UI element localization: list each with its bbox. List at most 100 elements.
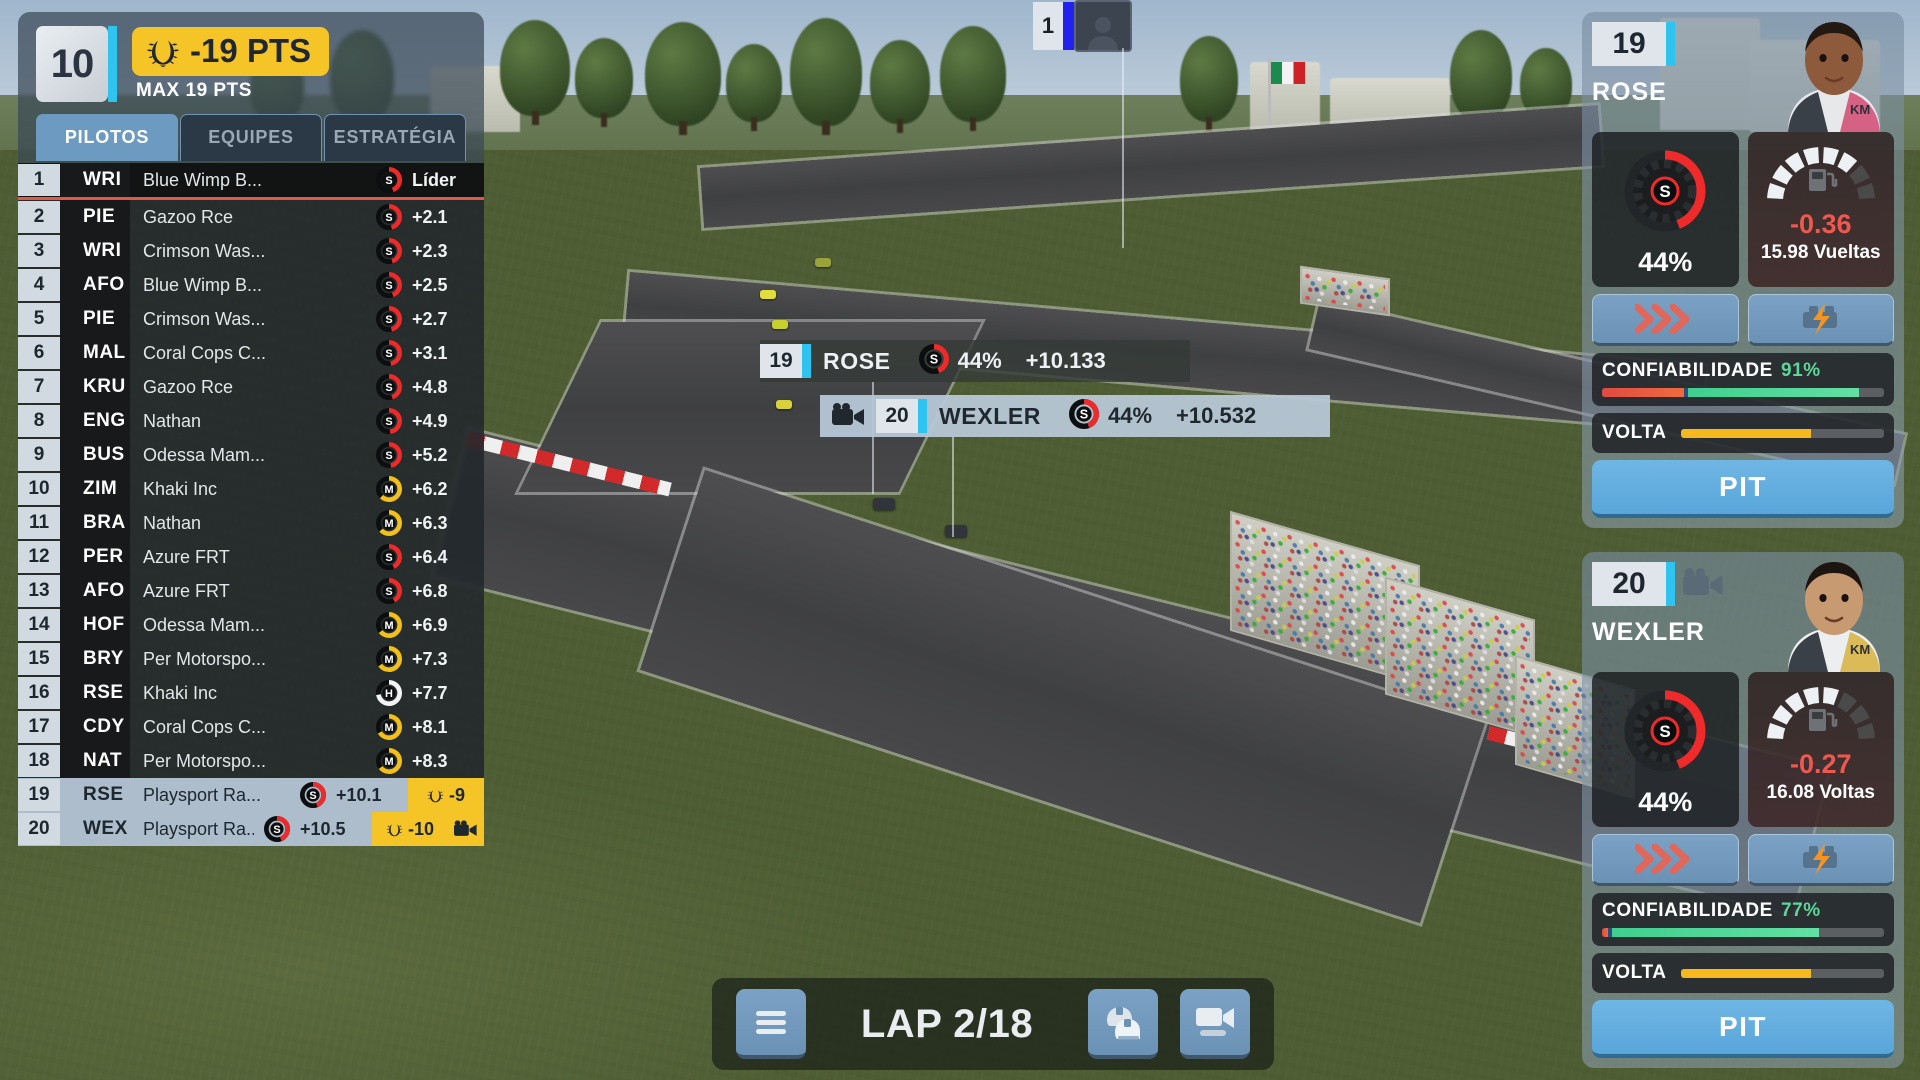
- tyre-wear-ring: S: [376, 408, 402, 434]
- row-tyre: M: [366, 744, 412, 778]
- engine-boost-button[interactable]: [1747, 834, 1894, 886]
- tree: [790, 18, 862, 135]
- table-row[interactable]: 2 PIE Gazoo Rce S +2.1: [18, 200, 484, 234]
- lap-progress-bar: [1680, 428, 1884, 438]
- tyre-wear-ring: M: [376, 476, 402, 502]
- row-gap: +10.1: [336, 784, 382, 805]
- camera-icon[interactable]: [1682, 568, 1726, 600]
- wexler-tyre-indicator: S: [1068, 398, 1100, 434]
- table-row[interactable]: 18 NAT Per Motorspo... M +8.3: [18, 744, 484, 778]
- wexler-team-color: [918, 399, 927, 433]
- svg-text:S: S: [1660, 182, 1671, 201]
- lap-bar: LAP 2/18: [712, 978, 1274, 1070]
- row-driver-abbr: AFO: [83, 274, 125, 295]
- row-driver-abbr: RSE: [83, 682, 124, 703]
- svg-text:M: M: [384, 654, 393, 666]
- row-team-name: Nathan: [143, 410, 202, 431]
- table-row[interactable]: 16 RSE Khaki Inc H +7.7: [18, 676, 484, 710]
- tyre-wear-gauge: S: [1624, 690, 1706, 772]
- points-header: 10 -19 PTS MAX 19 PTS: [18, 26, 484, 114]
- rose-team-color: [802, 344, 811, 378]
- rose-position: 19: [760, 344, 802, 378]
- row-gap: +2.1: [412, 206, 448, 227]
- camera-icon: [832, 403, 864, 425]
- table-row[interactable]: 1 WRI Blue Wimp B... S Líder: [18, 163, 484, 197]
- tyre-wear-ring: M: [376, 612, 402, 638]
- laurel-wreath-icon: [386, 823, 403, 836]
- menu-button[interactable]: [736, 989, 806, 1059]
- helmets-button[interactable]: [1088, 989, 1158, 1059]
- row-position: 4: [18, 269, 60, 301]
- row-gap: +2.3: [412, 240, 448, 261]
- table-row[interactable]: 5 PIE Crimson Was... S +2.7: [18, 302, 484, 336]
- table-row[interactable]: 10 ZIM Khaki Inc M +6.2: [18, 472, 484, 506]
- table-row[interactable]: 17 CDY Coral Cops C... M +8.1: [18, 710, 484, 744]
- leader-team-color: [1063, 2, 1074, 50]
- row-driver-abbr: WRI: [83, 240, 122, 261]
- row-gap: +6.9: [412, 614, 448, 635]
- row-team-name: Coral Cops C...: [143, 342, 267, 363]
- card-position: 20: [1592, 562, 1675, 606]
- row-position: 12: [18, 541, 60, 573]
- fuel-laps-label: 16.08 Voltas: [1766, 782, 1875, 803]
- table-row[interactable]: 20 WEX Playsport Ra... S +10.5 -10: [18, 812, 484, 846]
- table-row[interactable]: 15 BRY Per Motorspo... M +7.3: [18, 642, 484, 676]
- svg-text:S: S: [385, 212, 392, 224]
- row-team-name: Azure FRT: [143, 580, 230, 601]
- rose-gap: +10.133: [1025, 348, 1106, 373]
- nameplate-wexler-line: [952, 437, 954, 537]
- row-tyre: S: [366, 302, 412, 336]
- reliability-bar: [1602, 928, 1884, 937]
- laurel-wreath-icon: [427, 789, 444, 802]
- row-team-name: Azure FRT: [143, 546, 230, 567]
- row-tyre: S: [366, 200, 412, 234]
- table-row[interactable]: 6 MAL Coral Cops C... S +3.1: [18, 336, 484, 370]
- svg-text:S: S: [385, 314, 392, 326]
- push-button[interactable]: [1592, 294, 1739, 346]
- row-points-badge: -9: [408, 778, 484, 812]
- row-position: 6: [18, 337, 60, 369]
- row-gap: +4.9: [412, 410, 448, 431]
- pit-button[interactable]: PIT: [1592, 460, 1894, 518]
- fuel-pump-icon: [1808, 169, 1838, 191]
- row-driver-abbr: PER: [83, 546, 124, 567]
- table-row[interactable]: 9 BUS Odessa Mam... S +5.2: [18, 438, 484, 472]
- svg-text:S: S: [273, 824, 280, 836]
- push-button[interactable]: [1592, 834, 1739, 886]
- table-row[interactable]: 4 AFO Blue Wimp B... S +2.5: [18, 268, 484, 302]
- table-row[interactable]: 14 HOF Odessa Mam... M +6.9: [18, 608, 484, 642]
- table-row[interactable]: 19 RSE Playsport Ra... S +10.1 -9: [18, 778, 484, 812]
- table-row[interactable]: 7 KRU Gazoo Rce S +4.8: [18, 370, 484, 404]
- driver-card-wexler: 20 WEXLER KM S 44% -0.27 16.08 Voltas CO…: [1582, 552, 1904, 1068]
- tab-equipes[interactable]: EQUIPES: [180, 114, 322, 161]
- row-team-name: Crimson Was...: [143, 308, 266, 329]
- camera-button[interactable]: [1180, 989, 1250, 1059]
- tyre-wear-ring: S: [376, 442, 402, 468]
- row-team-name: Blue Wimp B...: [143, 169, 263, 190]
- row-gap: +4.8: [412, 376, 448, 397]
- lap-progress-bar: [1680, 968, 1884, 978]
- engine-boost-button[interactable]: [1747, 294, 1894, 346]
- svg-text:S: S: [385, 450, 392, 462]
- row-gap: +7.3: [412, 648, 448, 669]
- table-row[interactable]: 3 WRI Crimson Was... S +2.3: [18, 234, 484, 268]
- row-gap: +3.1: [412, 342, 448, 363]
- nameplate-leader-line: [1122, 48, 1124, 248]
- row-driver-abbr: MAL: [83, 342, 126, 363]
- table-row[interactable]: 13 AFO Azure FRT S +6.8: [18, 574, 484, 608]
- tab-pilotos[interactable]: PILOTOS: [36, 114, 178, 161]
- row-gap: +6.4: [412, 546, 448, 567]
- table-row[interactable]: 8 ENG Nathan S +4.9: [18, 404, 484, 438]
- leader-avatar: [1074, 0, 1132, 52]
- lap-meter: VOLTA: [1592, 953, 1894, 993]
- tab-estrategia[interactable]: ESTRATÉGIA: [324, 114, 466, 161]
- row-gap: +6.2: [412, 478, 448, 499]
- pit-button[interactable]: PIT: [1592, 1000, 1894, 1058]
- row-position: 3: [18, 235, 60, 267]
- row-position: 13: [18, 575, 60, 607]
- row-gap: +6.3: [412, 512, 448, 533]
- car-on-track: [945, 525, 967, 537]
- table-row[interactable]: 12 PER Azure FRT S +6.4: [18, 540, 484, 574]
- row-camera-button[interactable]: [448, 812, 484, 846]
- table-row[interactable]: 11 BRA Nathan M +6.3: [18, 506, 484, 540]
